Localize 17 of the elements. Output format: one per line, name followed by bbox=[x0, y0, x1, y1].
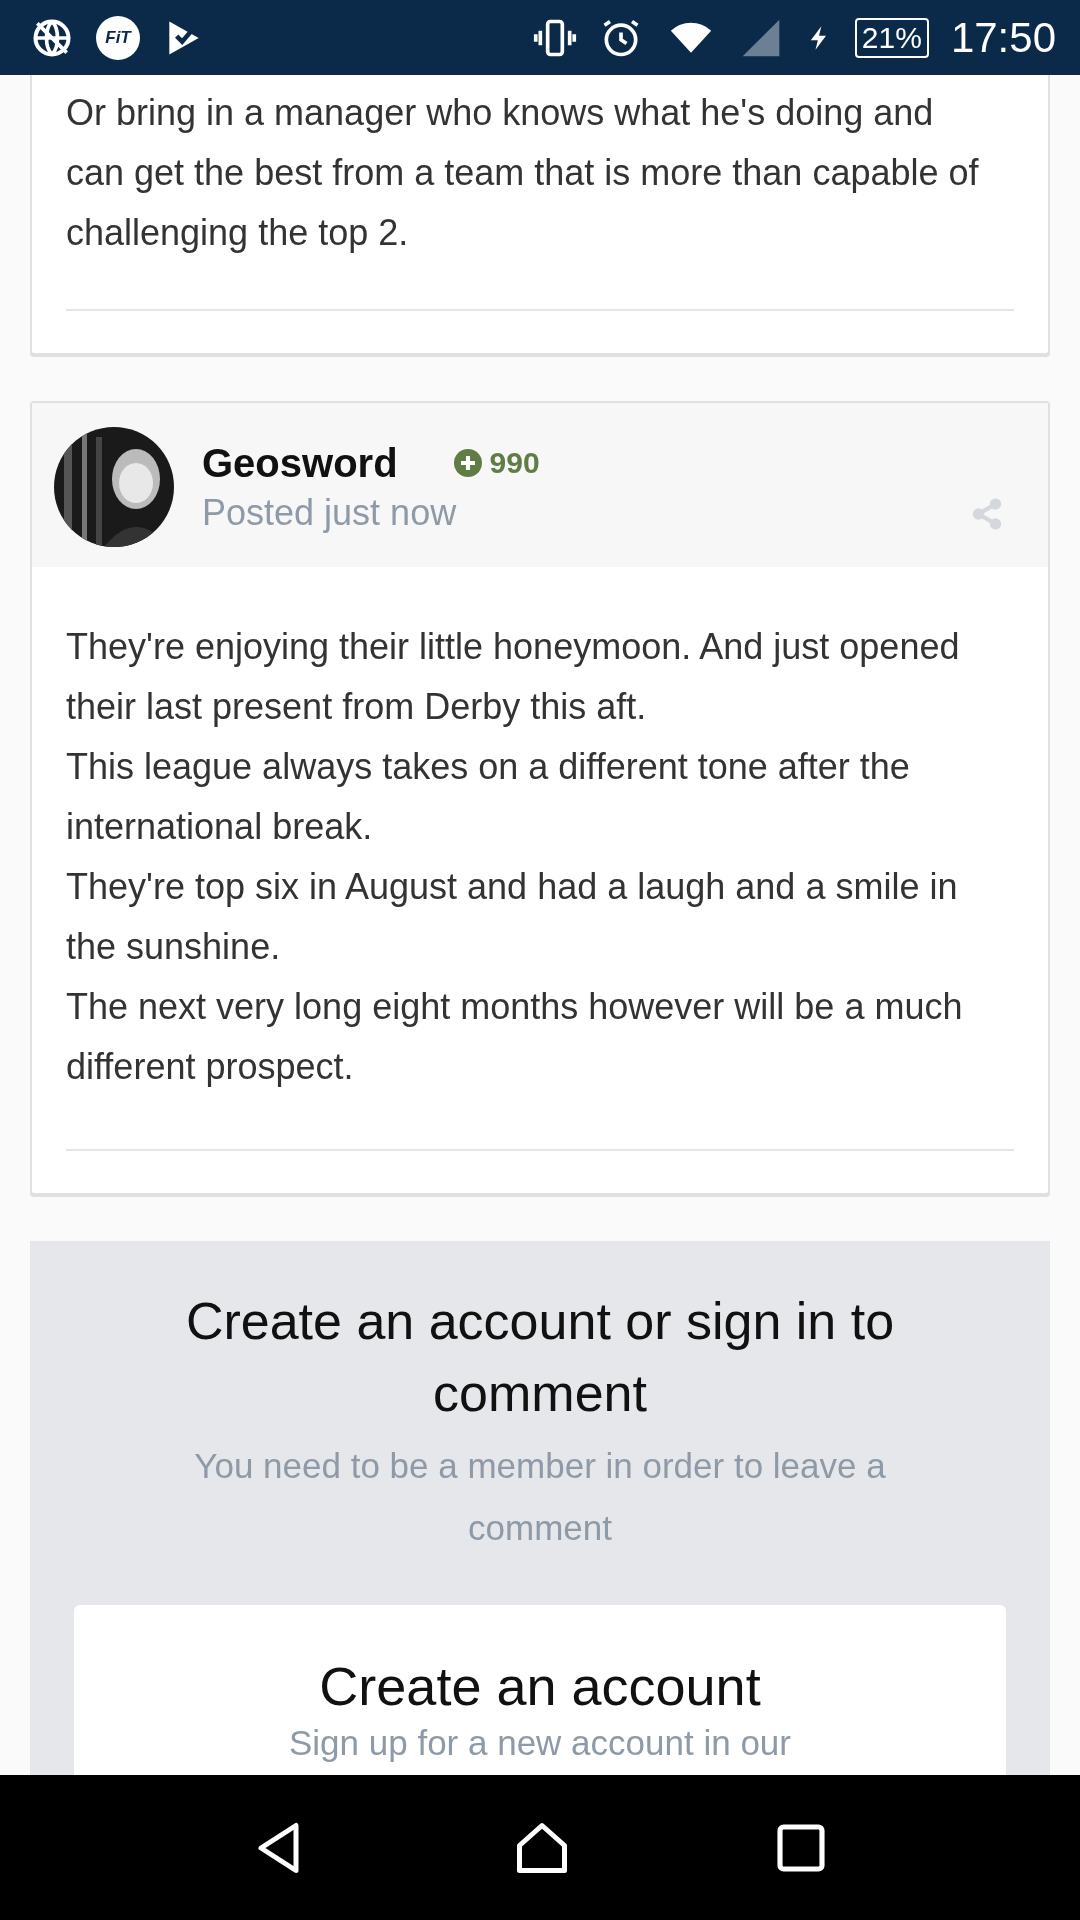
author-name[interactable]: Geosword bbox=[202, 440, 398, 486]
clock-time: 17:50 bbox=[950, 13, 1056, 62]
app-badge: FiT bbox=[96, 15, 140, 60]
post-time: Posted just now bbox=[202, 491, 458, 534]
reputation-count: 990 bbox=[489, 446, 540, 480]
panel-title: Create an account or sign in to comment bbox=[184, 1291, 896, 1424]
post-text: They're enjoying their little honeymoon. And just opened their last present from Derby this aft. bbox=[66, 625, 961, 729]
plus-icon bbox=[453, 449, 482, 477]
post-text: Or bring in a manager who knows what he's doing and can get the best from a team that is more than capable of challenging the top 2. bbox=[66, 91, 980, 255]
post-text: This league always takes on a different tone after the international break. bbox=[66, 745, 911, 849]
card-subtitle: Sign up for a new account in our bbox=[289, 1723, 791, 1763]
card-title: Create an account bbox=[319, 1655, 761, 1717]
post-text: They're top six in August and had a laugh and a smile in the sunshine. bbox=[66, 865, 959, 969]
create-account-card[interactable]: Create an account Sign up for a new account in our bbox=[74, 1605, 1006, 1775]
battery-level: 21% bbox=[854, 17, 929, 58]
panel-subtitle: You need to be a member in order to leave a comment bbox=[193, 1445, 887, 1549]
post-text: The next very long eight months however will be a much different prospect. bbox=[66, 985, 964, 1089]
